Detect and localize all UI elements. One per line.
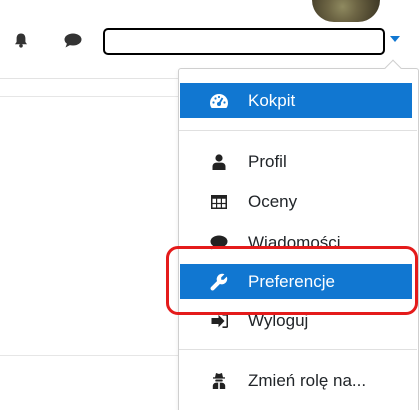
menu-divider (179, 130, 417, 131)
sign-out-icon (208, 313, 230, 328)
annotation-highlight (166, 246, 418, 315)
menu-item-label: Zmień rolę na... (248, 370, 367, 390)
menu-divider (179, 349, 417, 350)
menu-item-zmien-role[interactable]: Zmień rolę na... (180, 363, 412, 398)
chevron-down-icon[interactable] (390, 36, 400, 42)
avatar[interactable] (312, 0, 380, 22)
menu-item-label: Kokpit (248, 90, 296, 110)
page-divider (0, 355, 178, 356)
user-icon (208, 153, 230, 170)
user-name-field[interactable] (103, 28, 385, 55)
bell-icon[interactable] (14, 33, 28, 48)
dashboard-gauge-icon (208, 93, 230, 109)
menu-item-label: Profil (248, 151, 287, 171)
menu-item-label: Oceny (248, 191, 298, 211)
menu-item-kokpit[interactable]: Kokpit (180, 83, 412, 118)
menu-item-profil[interactable]: Profil (180, 144, 412, 179)
page-divider (0, 96, 178, 97)
table-icon (208, 194, 230, 209)
user-secret-icon (208, 372, 230, 389)
screen: Kokpit Profil Oceny Wiadomości Preferenc… (0, 0, 419, 410)
chat-bubble-icon[interactable] (64, 33, 82, 48)
menu-item-oceny[interactable]: Oceny (180, 184, 412, 219)
